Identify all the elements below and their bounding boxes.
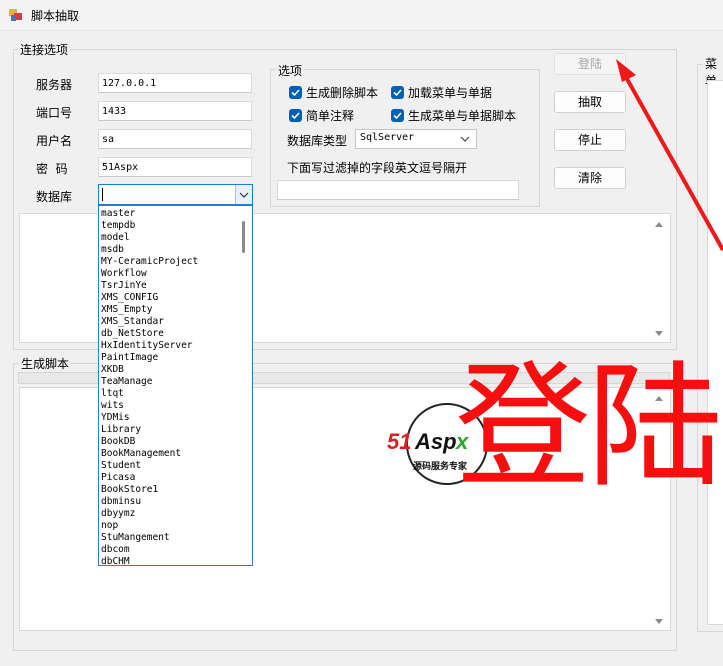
database-option[interactable]: HxIdentityServer: [101, 340, 193, 352]
scrollbar-thumb[interactable]: [242, 221, 245, 253]
server-input[interactable]: 127.0.0.1: [98, 73, 252, 93]
password-label: 密 码: [36, 162, 68, 176]
scroll-down-arrow[interactable]: [655, 619, 663, 624]
database-option[interactable]: wits: [101, 400, 124, 412]
user-label: 用户名: [36, 134, 73, 148]
scroll-down-arrow[interactable]: [655, 331, 663, 336]
app-icon: [9, 9, 22, 21]
simple-comment-label: 简单注释: [306, 109, 355, 123]
annotation-arrow: [616, 59, 723, 251]
database-option[interactable]: TsrJinYe: [101, 280, 147, 292]
check-icon: [391, 86, 404, 99]
database-option[interactable]: TeaManage: [101, 376, 152, 388]
filter-label: 下面写过滤掉的字段英文逗号隔开: [287, 161, 468, 175]
database-option[interactable]: dbyymz: [101, 508, 135, 520]
database-option[interactable]: XMS_Standar: [101, 316, 164, 328]
database-option[interactable]: msdb: [101, 244, 124, 256]
simple-comment-checkbox[interactable]: 简单注释: [289, 107, 354, 124]
user-input[interactable]: sa: [98, 129, 252, 149]
database-option[interactable]: BookStore1: [101, 484, 158, 496]
watermark-aspx: Asp: [415, 429, 457, 454]
database-option[interactable]: BookManagement: [101, 448, 181, 460]
database-option[interactable]: master: [101, 208, 135, 220]
options-group-label: 选项: [276, 62, 305, 79]
load-menu-checkbox[interactable]: 加载菜单与单据: [391, 84, 492, 101]
database-option[interactable]: XMS_CONFIG: [101, 292, 158, 304]
gen-delete-checkbox[interactable]: 生成删除脚本: [289, 84, 378, 101]
script-group-label: 生成脚本: [19, 355, 72, 372]
check-icon: [289, 86, 302, 99]
port-label: 端口号: [36, 106, 73, 120]
annotation-text: 登陆: [455, 349, 723, 507]
server-label: 服务器: [36, 78, 73, 92]
database-option[interactable]: Picasa: [101, 472, 135, 484]
dropdown-scrollbar[interactable]: [237, 207, 251, 564]
chevron-down-icon: [239, 192, 249, 198]
check-icon: [391, 109, 404, 122]
gen-menu-script-checkbox[interactable]: 生成菜单与单据脚本: [391, 107, 516, 124]
database-combo-button[interactable]: [235, 185, 252, 204]
database-option[interactable]: StuMangement: [101, 532, 170, 544]
database-option[interactable]: PaintImage: [101, 352, 158, 364]
watermark-51: 51: [387, 429, 412, 454]
database-option[interactable]: ltqt: [101, 388, 124, 400]
database-option[interactable]: dbCHM: [101, 556, 130, 565]
database-dropdown-list[interactable]: master tempdb model msdb MY-CeramicProject Wo…: [98, 205, 253, 566]
load-menu-label: 加载菜单与单据: [408, 86, 493, 100]
gen-delete-label: 生成删除脚本: [306, 86, 379, 100]
window-title: 脚本抽取: [31, 9, 80, 23]
database-combobox[interactable]: [98, 184, 253, 205]
database-option[interactable]: YDMis: [101, 412, 130, 424]
connection-group-label: 连接选项: [18, 41, 71, 58]
database-option[interactable]: tempdb: [101, 220, 135, 232]
port-input[interactable]: 1433: [98, 101, 252, 121]
database-option[interactable]: db_NetStore: [101, 328, 164, 340]
database-label: 数据库: [36, 190, 73, 204]
database-option[interactable]: XKDB: [101, 364, 124, 376]
db-type-label: 数据库类型: [287, 134, 348, 148]
database-option[interactable]: dbcom: [101, 544, 130, 556]
gen-menu-script-label: 生成菜单与单据脚本: [408, 109, 517, 123]
database-option[interactable]: MY-CeramicProject: [101, 256, 198, 268]
text-caret: [102, 188, 103, 201]
database-option[interactable]: dbminsu: [101, 496, 141, 508]
password-input[interactable]: 51Aspx: [98, 157, 252, 177]
database-option[interactable]: Workflow: [101, 268, 147, 280]
title-bar: 脚本抽取: [0, 0, 723, 31]
db-type-combobox[interactable]: SqlServer: [355, 129, 477, 149]
database-option[interactable]: Library: [101, 424, 141, 436]
database-option[interactable]: nop: [101, 520, 118, 532]
database-option[interactable]: model: [101, 232, 130, 244]
chevron-down-icon: [460, 136, 470, 142]
database-option[interactable]: BookDB: [101, 436, 135, 448]
db-type-value: SqlServer: [360, 132, 415, 143]
filter-input[interactable]: [277, 180, 519, 200]
database-option[interactable]: XMS_Empty: [101, 304, 152, 316]
check-icon: [289, 109, 302, 122]
database-option[interactable]: Student: [101, 460, 141, 472]
